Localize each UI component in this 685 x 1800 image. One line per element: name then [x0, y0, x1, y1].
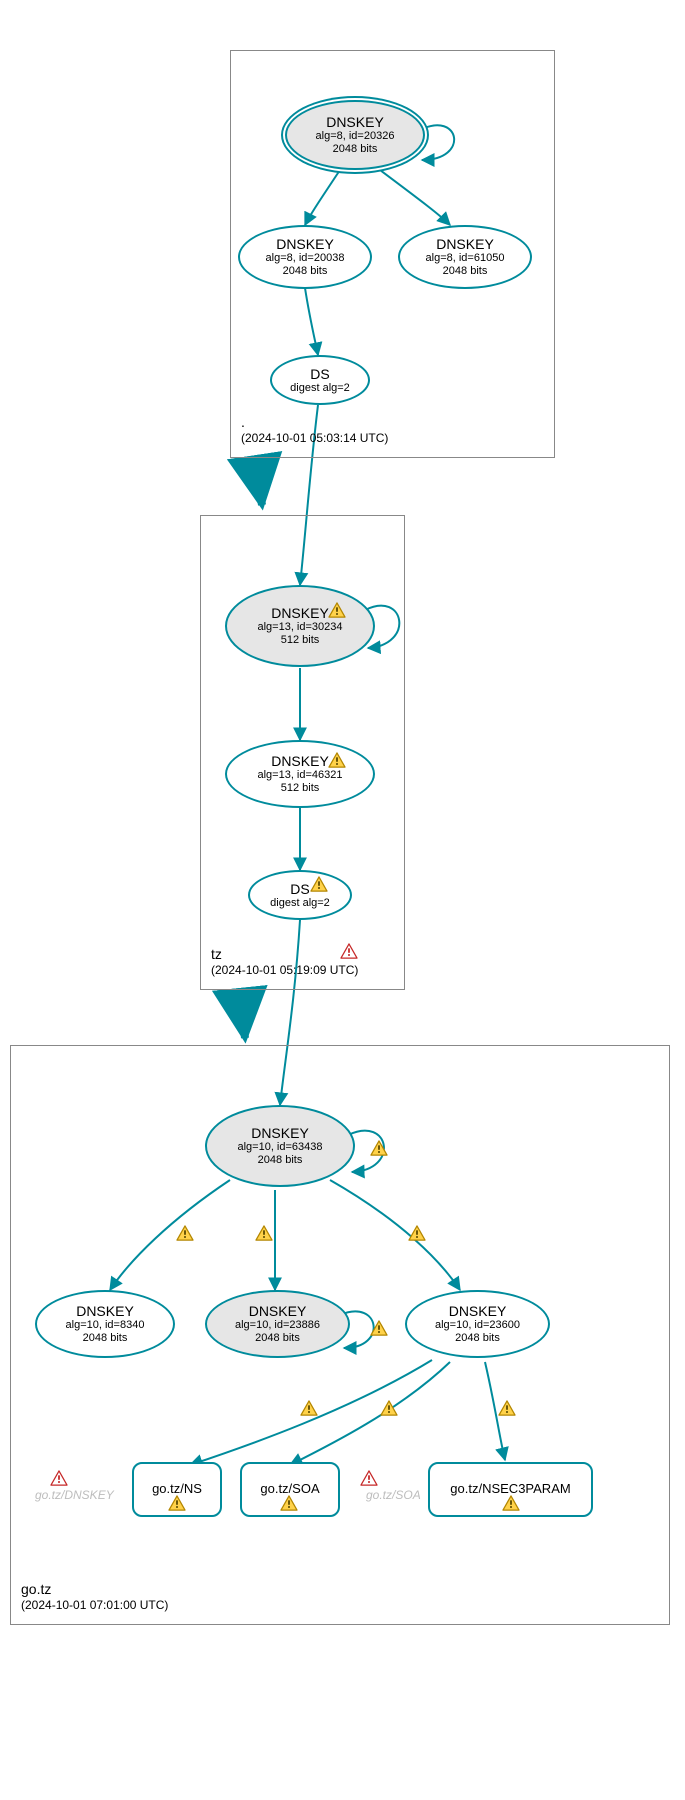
node-tz-ksk[interactable]: DNSKEY alg=13, id=30234 512 bits — [225, 585, 375, 667]
node-title-text: DNSKEY — [271, 753, 329, 769]
node-sub1: digest alg=2 — [250, 897, 350, 910]
node-title: DS — [250, 881, 350, 897]
node-title-text: DS — [290, 881, 309, 897]
zone-root-timestamp: (2024-10-01 05:03:14 UTC) — [241, 431, 388, 447]
rr-gotz-soa[interactable]: go.tz/SOA — [240, 1462, 340, 1517]
zone-gotz-label: go.tz (2024-10-01 07:01:00 UTC) — [21, 1580, 168, 1614]
node-sub1: alg=13, id=46321 — [227, 769, 373, 782]
rr-gotz-nsec3param[interactable]: go.tz/NSEC3PARAM — [428, 1462, 593, 1517]
node-gotz-key-23600[interactable]: DNSKEY alg=10, id=23600 2048 bits — [405, 1290, 550, 1358]
node-tz-zsk[interactable]: DNSKEY alg=13, id=46321 512 bits — [225, 740, 375, 808]
zone-tz-name: tz — [211, 945, 358, 963]
node-sub1: alg=13, id=30234 — [227, 621, 373, 634]
dnssec-diagram: . (2024-10-01 05:03:14 UTC) DNSKEY alg=8… — [0, 0, 685, 1800]
zone-gotz-name: go.tz — [21, 1580, 168, 1598]
node-title: go.tz/NS — [144, 1482, 210, 1497]
node-gotz-ksk[interactable]: DNSKEY alg=10, id=63438 2048 bits — [205, 1105, 355, 1187]
ghost-gotz-soa: go.tz/SOA — [366, 1488, 421, 1502]
node-title: DNSKEY — [207, 1303, 348, 1319]
zone-root-label: . (2024-10-01 05:03:14 UTC) — [241, 413, 388, 447]
zone-tz-timestamp: (2024-10-01 05:19:09 UTC) — [211, 963, 358, 979]
node-sub2: 2048 bits — [207, 1154, 353, 1167]
node-title: go.tz/SOA — [252, 1482, 328, 1497]
zone-root-name: . — [241, 413, 388, 431]
node-sub1: alg=10, id=23600 — [407, 1319, 548, 1332]
node-sub2: 512 bits — [227, 634, 373, 647]
node-sub1: alg=10, id=8340 — [37, 1319, 173, 1332]
node-title: DNSKEY — [227, 753, 373, 769]
node-root-ksk[interactable]: DNSKEY alg=8, id=20326 2048 bits — [285, 100, 425, 170]
rr-gotz-ns[interactable]: go.tz/NS — [132, 1462, 222, 1517]
node-title: DNSKEY — [37, 1303, 173, 1319]
node-sub1: alg=8, id=20038 — [240, 252, 370, 265]
node-title: DNSKEY — [400, 236, 530, 252]
node-title: DNSKEY — [227, 605, 373, 621]
node-gotz-key-23886[interactable]: DNSKEY alg=10, id=23886 2048 bits — [205, 1290, 350, 1358]
node-sub2: 2048 bits — [407, 1332, 548, 1345]
node-title: DNSKEY — [287, 114, 423, 130]
node-root-ds[interactable]: DS digest alg=2 — [270, 355, 370, 405]
node-title: DNSKEY — [240, 236, 370, 252]
node-sub1: alg=8, id=61050 — [400, 252, 530, 265]
node-root-zsk-61050[interactable]: DNSKEY alg=8, id=61050 2048 bits — [398, 225, 532, 289]
node-sub2: 2048 bits — [37, 1332, 173, 1345]
node-sub1: alg=10, id=63438 — [207, 1141, 353, 1154]
node-title: DS — [272, 366, 368, 382]
node-sub1: digest alg=2 — [272, 382, 368, 395]
node-sub2: 512 bits — [227, 782, 373, 795]
zone-gotz-timestamp: (2024-10-01 07:01:00 UTC) — [21, 1598, 168, 1614]
node-sub2: 2048 bits — [287, 143, 423, 156]
node-title-text: DNSKEY — [271, 605, 329, 621]
node-sub2: 2048 bits — [207, 1332, 348, 1345]
node-sub2: 2048 bits — [240, 265, 370, 278]
node-sub2: 2048 bits — [400, 265, 530, 278]
node-title: go.tz/NSEC3PARAM — [440, 1482, 581, 1497]
node-gotz-key-8340[interactable]: DNSKEY alg=10, id=8340 2048 bits — [35, 1290, 175, 1358]
node-sub1: alg=10, id=23886 — [207, 1319, 348, 1332]
node-title: DNSKEY — [407, 1303, 548, 1319]
node-sub1: alg=8, id=20326 — [287, 130, 423, 143]
node-root-zsk-20038[interactable]: DNSKEY alg=8, id=20038 2048 bits — [238, 225, 372, 289]
ghost-gotz-dnskey: go.tz/DNSKEY — [35, 1488, 114, 1502]
node-tz-ds[interactable]: DS digest alg=2 — [248, 870, 352, 920]
zone-tz-label: tz (2024-10-01 05:19:09 UTC) — [211, 945, 358, 979]
node-title: DNSKEY — [207, 1125, 353, 1141]
